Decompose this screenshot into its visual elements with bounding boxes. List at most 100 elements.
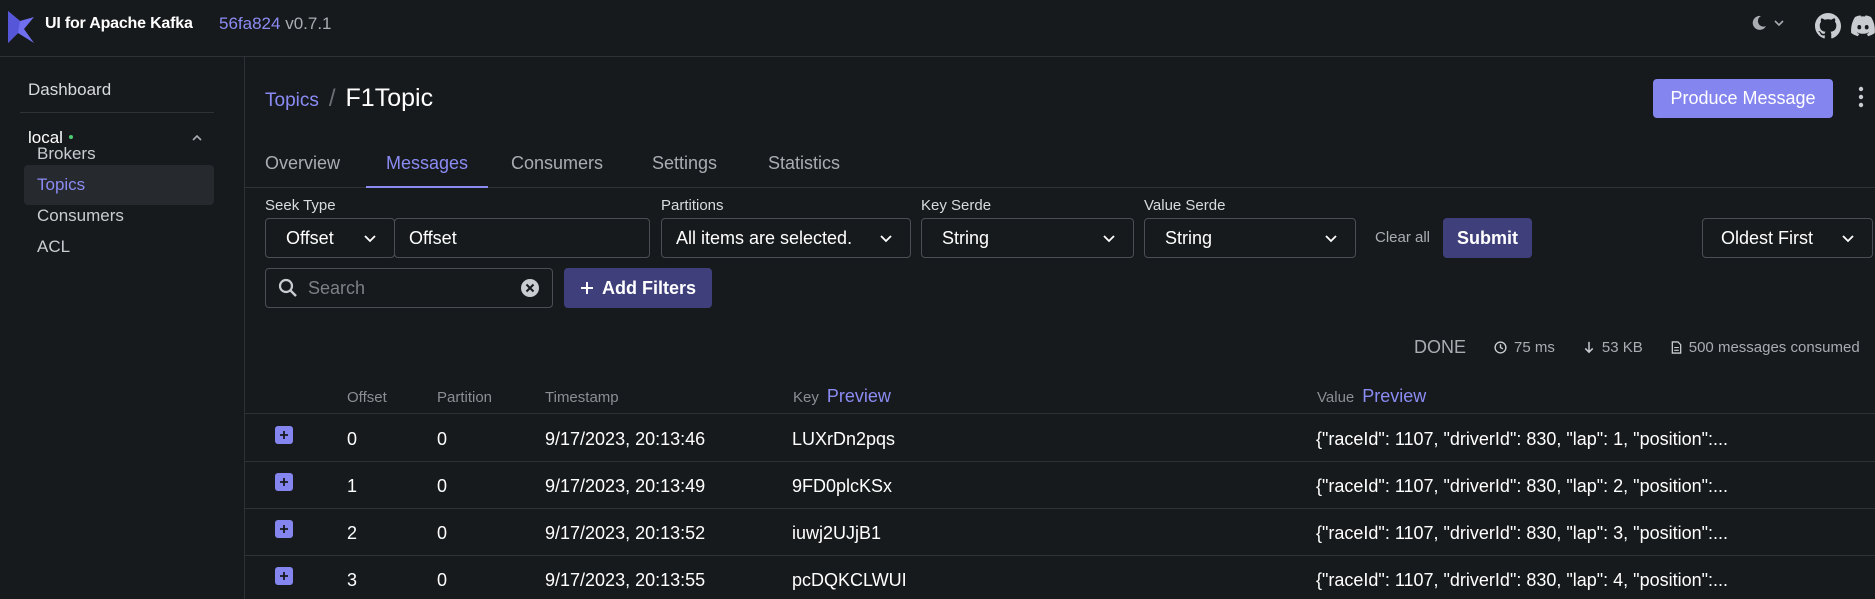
produce-message-button[interactable]: Produce Message: [1653, 79, 1833, 118]
plus-icon: [280, 572, 288, 580]
cell-value: {"raceId": 1107, "driverId": 830, "lap":…: [1316, 476, 1729, 496]
table-row[interactable]: 2 0 9/17/2023, 20:13:52 iuwj2UJjB1 {"raceId"…: [245, 509, 1875, 556]
value-serde-select[interactable]: String: [1144, 218, 1356, 258]
search-placeholder: Search: [308, 277, 366, 298]
tab-consumers[interactable]: Consumers: [491, 140, 623, 188]
plus-icon: [280, 478, 288, 486]
table-row[interactable]: 0 0 9/17/2023, 20:13:46 LUXrDn2pqs {"raceId"…: [245, 415, 1875, 462]
sidebar-item-dashboard[interactable]: Dashboard: [24, 80, 214, 100]
version-hash-link[interactable]: 56fa824: [219, 14, 280, 33]
column-timestamp: Timestamp: [545, 389, 619, 406]
expand-row-icon[interactable]: [275, 473, 293, 491]
cell-value: {"raceId": 1107, "driverId": 830, "lap":…: [1316, 570, 1729, 590]
add-filters-label: Add Filters: [601, 277, 696, 298]
elapsed-stat: 75 ms: [1494, 339, 1555, 356]
sidebar-item-acl[interactable]: ACL: [24, 227, 214, 267]
submit-button[interactable]: Submit: [1443, 218, 1532, 258]
offset-input[interactable]: Offset: [394, 218, 650, 258]
plus-icon: [280, 431, 288, 439]
sidebar: Dashboard local Brokers Topics Consumers…: [0, 57, 245, 599]
bytes-stat: 53 KB: [1583, 339, 1643, 356]
moon-icon: [1752, 15, 1766, 30]
sort-order-value: Oldest First: [1721, 227, 1814, 248]
key-serde-select[interactable]: String: [921, 218, 1134, 258]
cell-partition: 0: [437, 476, 448, 496]
tab-statistics[interactable]: Statistics: [748, 140, 860, 188]
search-input[interactable]: Search: [265, 268, 553, 308]
partitions-label: Partitions: [661, 197, 724, 214]
partitions-value: All items are selected.: [676, 227, 853, 248]
bytes-value: 53 KB: [1601, 339, 1643, 356]
cell-timestamp: 9/17/2023, 20:13:46: [545, 429, 706, 449]
cell-key: iuwj2UJjB1: [792, 523, 882, 543]
breadcrumb-separator: /: [328, 85, 336, 112]
cell-key: 9FD0plcKSx: [792, 476, 893, 496]
key-serde-value: String: [942, 227, 990, 248]
messages-table-header: Offset Partition Timestamp Key Preview Va…: [245, 382, 1875, 414]
seek-type-select[interactable]: Offset: [265, 218, 395, 258]
version-tag: v0.7.1: [285, 14, 332, 33]
tab-settings[interactable]: Settings: [632, 140, 737, 188]
chevron-down-icon: [1842, 235, 1854, 243]
column-value: Value Preview: [1317, 386, 1426, 407]
add-filters-button[interactable]: Add Filters: [564, 268, 712, 308]
column-offset: Offset: [347, 389, 387, 406]
cell-timestamp: 9/17/2023, 20:13:49: [545, 476, 706, 496]
file-icon: [1671, 341, 1682, 354]
seek-type-value: Offset: [286, 227, 334, 248]
clear-all-button[interactable]: Clear all: [1375, 229, 1430, 246]
value-preview-link[interactable]: Preview: [1362, 386, 1426, 406]
expand-row-icon[interactable]: [275, 567, 293, 585]
more-options-icon[interactable]: [1858, 86, 1864, 108]
cell-partition: 0: [437, 429, 448, 449]
cell-offset: 2: [347, 523, 358, 543]
topic-tabs: Overview Messages Consumers Settings Sta…: [245, 140, 1875, 188]
value-serde-label: Value Serde: [1144, 197, 1226, 214]
column-key-label: Key: [793, 389, 819, 406]
status-label: DONE: [1414, 337, 1467, 357]
theme-toggle[interactable]: [1750, 14, 1786, 32]
breadcrumb-topics-link[interactable]: Topics: [265, 90, 319, 112]
column-key: Key Preview: [793, 386, 891, 407]
cell-offset: 1: [347, 476, 358, 496]
cell-key: pcDQKCLWUI: [792, 570, 907, 590]
discord-icon[interactable]: [1850, 14, 1875, 38]
chevron-down-icon: [1774, 20, 1784, 27]
kafka-ui-logo[interactable]: [6, 9, 36, 45]
table-row[interactable]: 3 0 9/17/2023, 20:13:55 pcDQKCLWUI {"raceId"…: [245, 556, 1875, 599]
messages-value: 500 messages consumed: [1688, 339, 1860, 356]
column-value-label: Value: [1317, 389, 1355, 406]
sort-order-select[interactable]: Oldest First: [1702, 218, 1873, 258]
top-navigation: UI for Apache Kafka 56fa824 v0.7.1: [0, 0, 1875, 57]
sidebar-divider: [20, 112, 214, 113]
key-serde-label: Key Serde: [921, 197, 992, 214]
value-serde-value: String: [1165, 227, 1213, 248]
key-preview-link[interactable]: Preview: [827, 386, 891, 406]
expand-row-icon[interactable]: [275, 520, 293, 538]
expand-row-icon[interactable]: [275, 426, 293, 444]
consume-stats: DONE 75 ms 53 KB 500 messages consumed: [1414, 337, 1875, 358]
version-info: 56fa824 v0.7.1: [219, 14, 332, 34]
clock-icon: [1494, 341, 1507, 354]
clear-search-icon[interactable]: [520, 278, 540, 298]
cell-partition: 0: [437, 523, 448, 543]
cell-value: {"raceId": 1107, "driverId": 830, "lap":…: [1316, 429, 1729, 449]
plus-icon: [580, 282, 593, 294]
seek-type-label: Seek Type: [265, 197, 336, 214]
messages-stat: 500 messages consumed: [1671, 339, 1860, 356]
table-row[interactable]: 1 0 9/17/2023, 20:13:49 9FD0plcKSx {"raceId"…: [245, 462, 1875, 509]
cell-timestamp: 9/17/2023, 20:13:52: [545, 523, 706, 543]
github-icon[interactable]: [1815, 13, 1841, 39]
search-icon: [278, 278, 297, 297]
cell-timestamp: 9/17/2023, 20:13:55: [545, 570, 706, 590]
cell-offset: 3: [347, 570, 358, 590]
plus-icon: [280, 525, 288, 533]
cell-partition: 0: [437, 570, 448, 590]
tab-messages[interactable]: Messages: [366, 140, 489, 188]
tab-overview[interactable]: Overview: [245, 140, 360, 188]
cell-offset: 0: [347, 429, 358, 449]
cell-key: LUXrDn2pqs: [792, 429, 896, 449]
chevron-down-icon: [1103, 235, 1115, 243]
partitions-select[interactable]: All items are selected.: [661, 218, 911, 258]
app-title[interactable]: UI for Apache Kafka: [45, 15, 193, 33]
